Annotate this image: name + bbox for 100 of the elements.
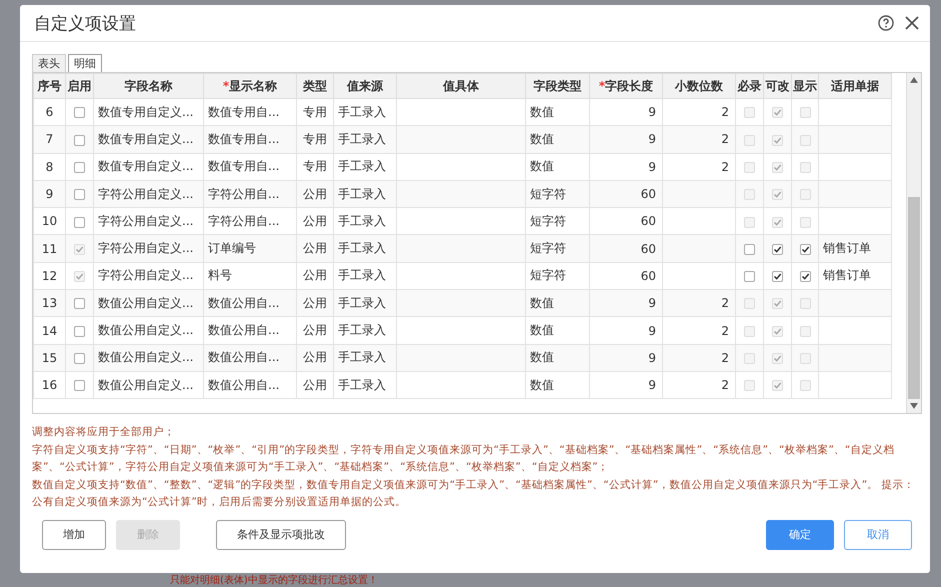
table-cell: 15 (34, 344, 66, 372)
table-cell: 公用 (296, 316, 334, 344)
table-cell: 9 (590, 344, 662, 372)
table-cell: 60 (590, 180, 662, 208)
table-cell: 数值 (526, 290, 590, 317)
checkbox[interactable] (74, 107, 85, 118)
table-cell: 手工录入 (334, 371, 396, 399)
table-cell: 16 (34, 371, 66, 399)
table-cell: 数值 (526, 126, 590, 154)
table-cell: 2 (662, 153, 736, 180)
button[interactable]: 增加 (42, 520, 106, 550)
table-cell: 公用 (296, 290, 334, 317)
table-cell: 9 (590, 126, 662, 154)
checkbox[interactable] (74, 380, 85, 392)
column-header: 启用 (66, 74, 94, 98)
table-cell: 2 (662, 126, 736, 154)
tab[interactable]: 表头 (32, 54, 66, 72)
table-cell: 手工录入 (334, 316, 396, 344)
checkbox[interactable] (74, 326, 85, 337)
column-header: *字段长度 (590, 74, 662, 98)
table-cell: 数值公用自定义... (94, 344, 204, 372)
column-header: 字段类型 (526, 74, 590, 98)
scroll-thumb[interactable] (908, 196, 920, 400)
table-cell: 字符公用自定义... (94, 234, 204, 262)
column-header: 值具体 (396, 74, 526, 98)
column-header: 适用单据 (818, 74, 892, 98)
checkbox[interactable] (772, 244, 783, 255)
column-header: 类型 (296, 74, 334, 98)
checkbox[interactable] (800, 271, 810, 282)
checkbox[interactable] (744, 244, 755, 255)
table-cell: 11 (34, 234, 66, 262)
column-header: 可改 (764, 74, 792, 98)
table-cell: 数值公用自定义... (94, 316, 204, 344)
checkbox[interactable] (74, 134, 85, 146)
table-cell: 7 (34, 126, 66, 154)
table-cell: 公用 (296, 180, 334, 208)
help-icon[interactable] (878, 15, 894, 31)
checkbox[interactable] (744, 271, 755, 282)
column-header: 值来源 (334, 74, 396, 98)
checkbox[interactable] (74, 353, 85, 364)
table-cell: 9 (590, 316, 662, 344)
background-note: 只能对明细(表体)中显示的字段进行汇总设置！ (170, 575, 378, 587)
table-cell: 数值公用自定义... (94, 290, 204, 317)
table-cell: 数值 (526, 316, 590, 344)
scrollbar[interactable] (906, 73, 921, 413)
table-cell: 订单编号 (204, 234, 296, 262)
table-cell: 数值公用自... (204, 371, 296, 399)
table-cell: 手工录入 (334, 290, 396, 317)
table-cell: 2 (662, 290, 736, 317)
table-cell: 2 (662, 316, 736, 344)
table-cell: 9 (34, 180, 66, 208)
table-cell: 数值 (526, 371, 590, 399)
table-cell: 数值 (526, 153, 590, 180)
checkbox[interactable] (74, 189, 85, 200)
table-cell: 数值公用自... (204, 316, 296, 344)
table-cell: 9 (590, 153, 662, 180)
table-cell: 2 (662, 344, 736, 372)
table-cell: 8 (34, 153, 66, 180)
tab[interactable]: 明细 (68, 54, 102, 72)
column-header: 字段名称 (94, 74, 204, 98)
column-header: 序号 (34, 74, 66, 98)
table-cell: 数值专用自... (204, 126, 296, 154)
note-text: 数值自定义项支持“数值”、“整数”、“逻辑”的字段类型，数值专用自定义项值来源可为“手工录入”、“基础档案属性”、“公式计算”，数值公用自定义项值来源只为“手工录入”。 提示：公有自定义项值来源为“公式计算”时，启用后需要分别设置适用单据的公式。 (32, 478, 916, 510)
column-header: 小数位数 (662, 74, 736, 98)
table-cell: 数值公用自... (204, 344, 296, 372)
table-cell: 数值 (526, 344, 590, 372)
checkbox[interactable] (74, 216, 85, 228)
scroll-up-icon[interactable] (910, 77, 918, 83)
table-cell: 专用 (296, 153, 334, 180)
checkbox[interactable] (772, 271, 783, 282)
table-cell: 字符公用自定义... (94, 180, 204, 208)
table-cell: 手工录入 (334, 153, 396, 180)
table-cell: 数值专用自... (204, 153, 296, 180)
table-cell: 短字符 (526, 234, 590, 262)
button[interactable]: 条件及显示项批改 (216, 520, 346, 550)
table-cell: 手工录入 (334, 344, 396, 372)
table-cell: 14 (34, 316, 66, 344)
checkbox[interactable] (800, 244, 810, 255)
table-cell: 2 (662, 371, 736, 399)
table-cell: 60 (590, 234, 662, 262)
table-cell: 公用 (296, 371, 334, 399)
table-cell: 数值专用自定义... (94, 153, 204, 180)
scroll-down-icon[interactable] (910, 403, 918, 410)
table-cell: 数值专用自定义... (94, 126, 204, 154)
checkbox[interactable] (74, 162, 85, 173)
table-cell: 短字符 (526, 180, 590, 208)
note-text: 字符自定义项支持“字符”、“日期”、“枚举”、“引用”的字段类型，字符专用自定义项值来源可为“手工录入”、“基础档案”、“基础档案属性”、“系统信息”、“枚举档案”、“自定义档案”、“公式计算”，字符公用自定义项值来源可为“手工录入”、“基础档案”、“系统信息”、“枚举档案”、“自定义档案”； (32, 442, 896, 475)
column-header: 必录 (736, 74, 764, 98)
note-text: 调整内容将应用于全部用户； (32, 425, 176, 440)
checkbox[interactable] (74, 298, 85, 310)
column-header: 显示 (792, 74, 818, 98)
table-cell: 数值公用自... (204, 290, 296, 317)
table-cell: 9 (590, 290, 662, 317)
close-icon[interactable] (904, 15, 920, 31)
column-header: *显示名称 (204, 74, 296, 98)
table-cell: 字符公用自... (204, 180, 296, 208)
table-cell: 数值公用自定义... (94, 371, 204, 399)
table-cell: 13 (34, 290, 66, 317)
table-cell: 手工录入 (334, 234, 396, 262)
table-cell: 手工录入 (334, 126, 396, 154)
